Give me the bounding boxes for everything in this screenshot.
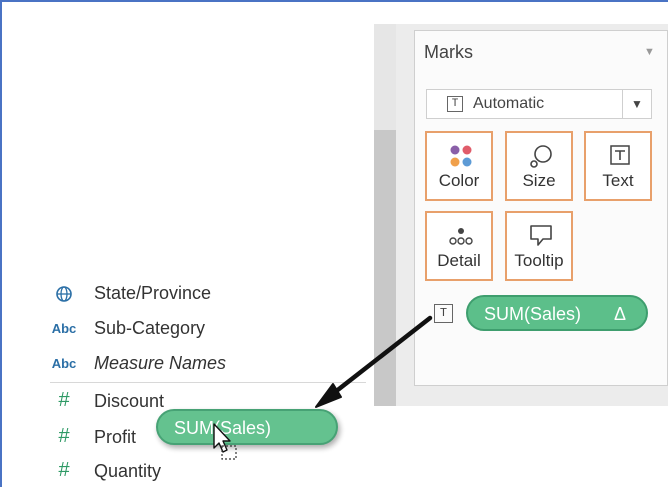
number-type-icon: # bbox=[58, 425, 70, 447]
sum-sales-pill[interactable]: SUM(Sales) Δ bbox=[466, 295, 648, 331]
size-button-label: Size bbox=[522, 171, 556, 190]
size-icon bbox=[507, 143, 571, 168]
string-type-icon: Abc bbox=[51, 356, 77, 371]
string-type-icon: Abc bbox=[51, 321, 77, 336]
text-button-label: Text bbox=[602, 171, 634, 190]
globe-icon bbox=[50, 284, 78, 307]
color-button-label: Color bbox=[438, 171, 480, 190]
mark-type-label: Automatic bbox=[473, 95, 545, 112]
text-button[interactable]: Text bbox=[584, 131, 652, 201]
color-dots-icon bbox=[427, 143, 491, 167]
dimensions-measures-divider bbox=[50, 382, 366, 383]
delta-icon: Δ bbox=[613, 304, 626, 324]
mark-type-dropdown[interactable]: T Automatic ▼ bbox=[426, 89, 652, 119]
field-label: Measure Names bbox=[94, 353, 227, 373]
pill-label: SUM(Sales) bbox=[484, 304, 582, 324]
tooltip-button[interactable]: Tooltip bbox=[505, 211, 573, 281]
marks-card-menu-icon[interactable]: ▼ bbox=[644, 46, 655, 58]
number-type-icon: # bbox=[58, 389, 70, 411]
text-mark-icon: T bbox=[434, 304, 453, 323]
field-label: Discount bbox=[94, 391, 165, 411]
detail-dots-icon bbox=[427, 223, 491, 245]
field-label: Profit bbox=[94, 427, 137, 447]
tooltip-button-label: Tooltip bbox=[514, 251, 564, 270]
text-mark-icon: T bbox=[447, 96, 463, 112]
color-button[interactable]: Color bbox=[425, 131, 493, 201]
field-label: Sub-Category bbox=[94, 318, 206, 338]
field-label: State/Province bbox=[94, 283, 212, 303]
detail-button-label: Detail bbox=[437, 251, 481, 270]
number-type-icon: # bbox=[58, 459, 70, 481]
pill-label: SUM(Sales) bbox=[174, 418, 272, 438]
text-icon bbox=[586, 143, 650, 165]
marks-title: Marks bbox=[424, 42, 473, 62]
detail-button[interactable]: Detail bbox=[425, 211, 493, 281]
scrollbar-thumb[interactable] bbox=[374, 130, 396, 406]
marks-card bbox=[414, 30, 668, 386]
dragged-sum-sales-pill[interactable]: SUM(Sales) bbox=[156, 409, 338, 445]
tooltip-icon bbox=[507, 223, 571, 246]
chevron-down-icon[interactable]: ▼ bbox=[622, 90, 651, 118]
size-button[interactable]: Size bbox=[505, 131, 573, 201]
field-label: Quantity bbox=[94, 461, 162, 481]
